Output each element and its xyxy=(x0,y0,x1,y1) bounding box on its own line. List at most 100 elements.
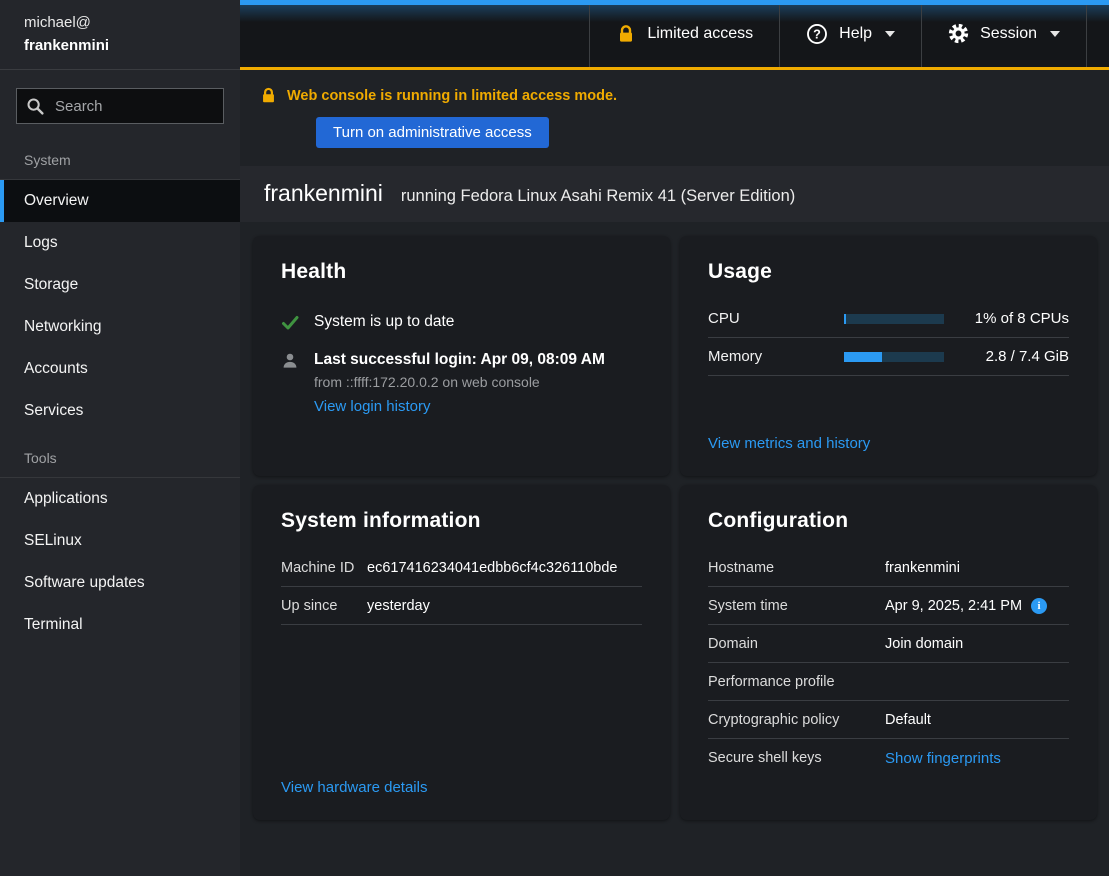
system-information-rows: Machine IDec617416234041edbb6cf4c326110b… xyxy=(281,549,642,625)
masthead-spacer xyxy=(1087,0,1109,67)
turn-on-admin-access-button[interactable]: Turn on administrative access xyxy=(316,117,549,148)
sidebar-item-services[interactable]: Services xyxy=(0,390,240,432)
check-icon xyxy=(281,313,300,336)
usage-row-memory: Memory 2.8 / 7.4 GiB xyxy=(708,338,1069,376)
sidebar: michael@ frankenmini SystemOverviewLogsS… xyxy=(0,0,240,876)
info-value-text: frankenmini xyxy=(885,560,960,576)
limited-access-indicator[interactable]: Limited access xyxy=(589,0,779,67)
info-row-performance-profile: Performance profile xyxy=(708,663,1069,701)
page-title-strip: frankenmini running Fedora Linux Asahi R… xyxy=(240,166,1109,222)
nav-section-title: Tools xyxy=(0,440,240,478)
system-information-title: System information xyxy=(281,509,642,533)
nav-section-system: SystemOverviewLogsStorageNetworkingAccou… xyxy=(0,142,240,432)
info-row-hostname: Hostnamefrankenmini xyxy=(708,549,1069,587)
info-row-machine-id: Machine IDec617416234041edbb6cf4c326110b… xyxy=(281,549,642,587)
show-fingerprints-link[interactable]: Show fingerprints xyxy=(885,750,1001,767)
configuration-title: Configuration xyxy=(708,509,1069,533)
session-label: Session xyxy=(980,25,1037,43)
info-row-domain: DomainJoin domain xyxy=(708,625,1069,663)
sidebar-item-accounts[interactable]: Accounts xyxy=(0,348,240,390)
sidebar-item-selinux[interactable]: SELinux xyxy=(0,520,240,562)
info-value: frankenmini xyxy=(885,560,960,576)
sidebar-search xyxy=(16,88,224,124)
info-value: Join domain xyxy=(885,636,963,652)
page-title: frankenmini xyxy=(264,180,383,207)
configuration-rows: HostnamefrankenminiSystem timeApr 9, 202… xyxy=(708,549,1069,777)
info-label: System time xyxy=(708,598,885,614)
info-label: Up since xyxy=(281,598,367,614)
main-area: Limited access ? Help Session xyxy=(240,0,1109,876)
info-label: Cryptographic policy xyxy=(708,712,885,728)
last-login-item: Last successful login: Apr 09, 08:09 AM … xyxy=(281,351,642,416)
info-row-system-time: System timeApr 9, 2025, 2:41 PM i xyxy=(708,587,1069,625)
page-subtitle: running Fedora Linux Asahi Remix 41 (Ser… xyxy=(401,187,795,206)
info-value-text: Apr 9, 2025, 2:41 PM xyxy=(885,598,1022,614)
info-value: yesterday xyxy=(367,598,430,614)
cockpit-app: michael@ frankenmini SystemOverviewLogsS… xyxy=(0,0,1109,876)
session-menu[interactable]: Session xyxy=(921,0,1087,67)
info-value-text: yesterday xyxy=(367,598,430,614)
nav-section-tools: ToolsApplicationsSELinuxSoftware updates… xyxy=(0,440,240,646)
limited-access-label: Limited access xyxy=(647,25,753,43)
search-input[interactable] xyxy=(16,88,224,124)
view-metrics-link[interactable]: View metrics and history xyxy=(708,435,870,452)
sidebar-item-software-updates[interactable]: Software updates xyxy=(0,562,240,604)
username: michael@ xyxy=(24,11,216,35)
usage-label: Memory xyxy=(708,348,844,365)
question-circle-icon: ? xyxy=(806,23,828,45)
sidebar-item-terminal[interactable]: Terminal xyxy=(0,604,240,646)
view-hardware-details-link[interactable]: View hardware details xyxy=(281,779,427,796)
info-row-secure-shell-keys: Secure shell keysShow fingerprints xyxy=(708,739,1069,777)
chevron-down-icon xyxy=(1050,31,1060,37)
usage-value: 1% of 8 CPUs xyxy=(944,310,1069,327)
sidebar-item-logs[interactable]: Logs xyxy=(0,222,240,264)
usage-rows: CPU 1% of 8 CPUs Memory 2.8 / 7.4 GiB xyxy=(708,300,1069,376)
usage-row-cpu: CPU 1% of 8 CPUs xyxy=(708,300,1069,338)
info-row-up-since: Up sinceyesterday xyxy=(281,587,642,625)
usage-card-title: Usage xyxy=(708,260,1069,284)
health-card-title: Health xyxy=(281,260,642,284)
page-content: Web console is running in limited access… xyxy=(240,70,1109,876)
logged-in-user: michael@ frankenmini xyxy=(0,0,240,70)
limited-access-message: Web console is running in limited access… xyxy=(287,88,617,104)
usage-label: CPU xyxy=(708,310,844,327)
user-hostname: frankenmini xyxy=(24,35,216,58)
info-label: Machine ID xyxy=(281,560,367,576)
info-value-text[interactable]: Join domain xyxy=(885,636,963,652)
info-label: Performance profile xyxy=(708,674,885,690)
sidebar-item-storage[interactable]: Storage xyxy=(0,264,240,306)
info-label: Domain xyxy=(708,636,885,652)
sidebar-item-applications[interactable]: Applications xyxy=(0,478,240,520)
sidebar-nav: SystemOverviewLogsStorageNetworkingAccou… xyxy=(0,134,240,876)
last-login-text: Last successful login: Apr 09, 08:09 AM xyxy=(314,351,605,368)
system-information-card: System information Machine IDec617416234… xyxy=(253,485,670,820)
limited-access-banner: Web console is running in limited access… xyxy=(240,70,1109,166)
overview-cards: Health System is up to date xyxy=(240,222,1109,834)
sidebar-item-overview[interactable]: Overview xyxy=(0,180,240,222)
info-value: Apr 9, 2025, 2:41 PM i xyxy=(885,598,1047,614)
sidebar-item-networking[interactable]: Networking xyxy=(0,306,240,348)
lock-icon xyxy=(616,24,636,44)
info-value: ec617416234041edbb6cf4c326110bde xyxy=(367,560,618,576)
info-value-text: Default xyxy=(885,712,931,728)
lock-icon xyxy=(260,87,277,104)
search-icon xyxy=(26,97,45,116)
svg-text:?: ? xyxy=(813,27,821,41)
help-menu[interactable]: ? Help xyxy=(779,0,921,67)
view-login-history-link[interactable]: View login history xyxy=(314,398,430,415)
usage-card: Usage CPU 1% of 8 CPUs Memory 2.8 / 7.4 GiB… xyxy=(680,236,1097,476)
info-row-cryptographic-policy: Cryptographic policyDefault xyxy=(708,701,1069,739)
usage-progress-fill xyxy=(844,352,882,362)
nav-section-title: System xyxy=(0,142,240,180)
masthead: Limited access ? Help Session xyxy=(240,0,1109,70)
info-icon[interactable]: i xyxy=(1031,598,1047,614)
last-login-detail: from ::ffff:172.20.0.2 on web console xyxy=(314,374,605,390)
info-value: Default xyxy=(885,712,931,728)
usage-progress-bar xyxy=(844,314,944,324)
info-label: Hostname xyxy=(708,560,885,576)
usage-value: 2.8 / 7.4 GiB xyxy=(944,348,1069,365)
help-label: Help xyxy=(839,25,872,43)
info-value-text: ec617416234041edbb6cf4c326110bde xyxy=(367,560,618,576)
info-value: Show fingerprints xyxy=(885,750,1001,767)
usage-progress-bar xyxy=(844,352,944,362)
